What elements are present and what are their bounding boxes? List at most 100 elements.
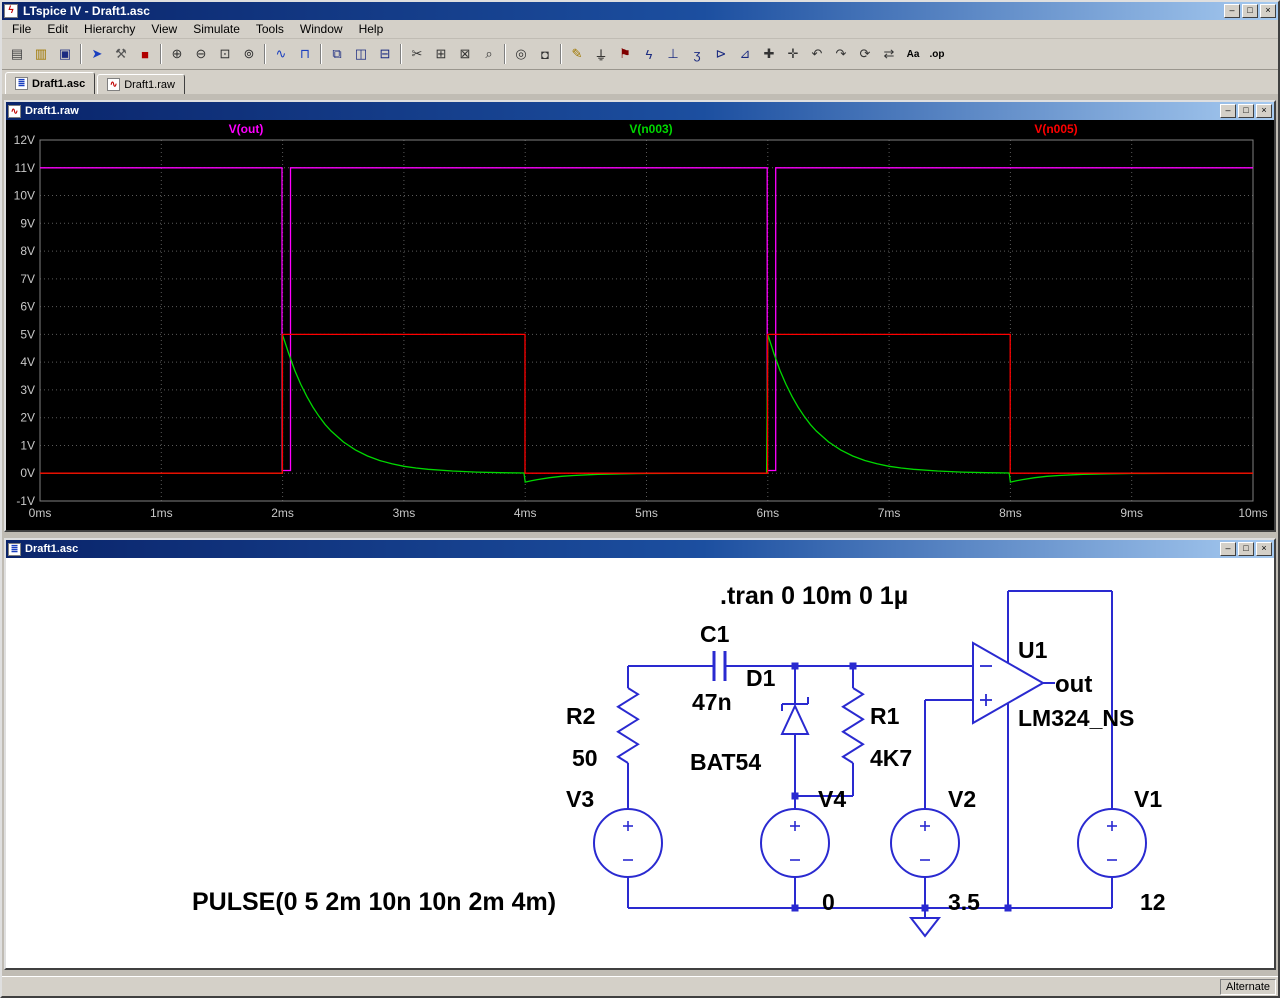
halt-button[interactable]: ■: [133, 43, 157, 66]
label-C1: C1: [700, 621, 730, 647]
menu-view[interactable]: View: [143, 20, 185, 38]
waveform-close-button[interactable]: ×: [1256, 104, 1272, 118]
tile-vertical-button[interactable]: ◫: [349, 43, 373, 66]
trace-V(out)[interactable]: [40, 168, 1253, 471]
menu-help[interactable]: Help: [351, 20, 392, 38]
zoom-area-icon: ⊡: [220, 46, 231, 62]
copy-button[interactable]: ⊞: [429, 43, 453, 66]
spice-directive-button[interactable]: .op: [925, 43, 949, 66]
waveform-restore-button[interactable]: □: [1238, 104, 1254, 118]
component-V2[interactable]: V23.5: [891, 786, 980, 915]
wire-button[interactable]: ✎: [565, 43, 589, 66]
print-preview-button[interactable]: ◎: [509, 43, 533, 66]
menu-bar: FileEditHierarchyViewSimulateToolsWindow…: [2, 20, 1278, 39]
save-button[interactable]: ▣: [53, 43, 77, 66]
text-button[interactable]: Aa: [901, 43, 925, 66]
text-icon: Aa: [907, 49, 920, 60]
rotate-button[interactable]: ⟳: [853, 43, 877, 66]
waveform-minimize-button[interactable]: –: [1220, 104, 1236, 118]
spice-directive-text[interactable]: .tran 0 10m 0 1µ: [720, 582, 908, 610]
autorange-y-button[interactable]: ∿: [269, 43, 293, 66]
y-axis-label: 7V: [20, 272, 35, 286]
menu-edit[interactable]: Edit: [39, 20, 76, 38]
plot-pane-button[interactable]: ⊓: [293, 43, 317, 66]
waveform-window: ∿ Draft1.raw – □ × 12V11V10V9V8V7V6V5V4V…: [4, 100, 1276, 532]
menu-simulate[interactable]: Simulate: [185, 20, 248, 38]
drag-button[interactable]: ✛: [781, 43, 805, 66]
control-panel-button[interactable]: ⚒: [109, 43, 133, 66]
tab-Draft1.asc[interactable]: ≣Draft1.asc: [5, 72, 95, 94]
label-net-button[interactable]: ⚑: [613, 43, 637, 66]
trace-label-V(out)[interactable]: V(out): [229, 122, 264, 136]
status-mode: Alternate: [1220, 979, 1276, 995]
inductor-button[interactable]: ʒ: [685, 43, 709, 66]
restore-button[interactable]: □: [1242, 4, 1258, 18]
run-button[interactable]: ➤: [85, 43, 109, 66]
copy-icon: ⊞: [436, 46, 447, 62]
component-V1[interactable]: V112: [1078, 786, 1166, 915]
inductor-icon: ʒ: [693, 47, 700, 62]
component-V4[interactable]: V40: [761, 786, 846, 915]
print-button[interactable]: ◘: [533, 43, 557, 66]
waveform-window-titlebar[interactable]: ∿ Draft1.raw – □ ×: [6, 102, 1274, 120]
y-axis-label: 1V: [20, 438, 35, 452]
diode-button[interactable]: ⊳: [709, 43, 733, 66]
waveform-window-title: Draft1.raw: [24, 105, 79, 117]
resistor-button[interactable]: ϟ: [637, 43, 661, 66]
trace-label-V(n005)[interactable]: V(n005): [1034, 122, 1077, 136]
mdi-area: ∿ Draft1.raw – □ × 12V11V10V9V8V7V6V5V4V…: [2, 94, 1278, 976]
schematic-close-button[interactable]: ×: [1256, 542, 1272, 556]
close-button[interactable]: ×: [1260, 4, 1276, 18]
move-button[interactable]: ✚: [757, 43, 781, 66]
schematic-window-titlebar[interactable]: ≣ Draft1.asc – □ ×: [6, 540, 1274, 558]
undo-icon: ↶: [812, 46, 823, 62]
tile-horizontal-icon: ⊟: [380, 46, 391, 62]
x-axis-label: 5ms: [635, 506, 658, 520]
run-icon: ➤: [92, 46, 103, 62]
component-button[interactable]: ⊿: [733, 43, 757, 66]
print-preview-icon: ◎: [515, 46, 526, 62]
minimize-button[interactable]: –: [1224, 4, 1240, 18]
zoom-in-button[interactable]: ⊕: [165, 43, 189, 66]
menu-file[interactable]: File: [4, 20, 39, 38]
directive-text: .tran 0 10m 0 1µ: [720, 582, 908, 610]
new-schematic-button[interactable]: ▤: [5, 43, 29, 66]
cascade-windows-icon: ⧉: [332, 46, 341, 62]
tab-Draft1.raw[interactable]: ∿Draft1.raw: [97, 74, 185, 94]
schematic-restore-button[interactable]: □: [1238, 542, 1254, 556]
component-C1[interactable]: C147n: [692, 621, 732, 715]
plot-pane-icon: ⊓: [300, 46, 310, 62]
capacitor-button[interactable]: ⊥: [661, 43, 685, 66]
open-button[interactable]: ▥: [29, 43, 53, 66]
component-R2[interactable]: R250: [566, 688, 638, 771]
component-D1[interactable]: D1BAT54: [690, 665, 808, 775]
label-R2: R2: [566, 703, 595, 729]
label-V3: V3: [566, 786, 594, 812]
zoom-fit-button[interactable]: ⊚: [237, 43, 261, 66]
title-bar[interactable]: ϟ LTspice IV - Draft1.asc – □ ×: [2, 2, 1278, 20]
tile-horizontal-button[interactable]: ⊟: [373, 43, 397, 66]
y-axis-labels: 12V11V10V9V8V7V6V5V4V3V2V1V0V-1V: [14, 133, 35, 508]
ground-button[interactable]: ⏚: [589, 43, 613, 66]
find-button[interactable]: ⌕: [477, 43, 501, 66]
cut-button[interactable]: ✂: [405, 43, 429, 66]
net-label[interactable]: out: [1055, 671, 1092, 698]
component-V3[interactable]: V3PULSE(0 5 2m 10n 10n 2m 4m): [192, 786, 662, 916]
schematic-minimize-button[interactable]: –: [1220, 542, 1236, 556]
cascade-windows-button[interactable]: ⧉: [325, 43, 349, 66]
waveform-plot-area[interactable]: 12V11V10V9V8V7V6V5V4V3V2V1V0V-1V0ms1ms2m…: [6, 120, 1274, 530]
menu-window[interactable]: Window: [292, 20, 351, 38]
schematic-canvas[interactable]: R250C147nD1BAT54R14K7U1LM324_NSV3PULSE(0…: [6, 558, 1274, 968]
y-axis-label: 12V: [14, 133, 35, 147]
mirror-button[interactable]: ⇄: [877, 43, 901, 66]
undo-button[interactable]: ↶: [805, 43, 829, 66]
paste-icon: ⊠: [460, 46, 471, 62]
paste-button[interactable]: ⊠: [453, 43, 477, 66]
trace-label-V(n003)[interactable]: V(n003): [629, 122, 672, 136]
zoom-out-button[interactable]: ⊖: [189, 43, 213, 66]
menu-hierarchy[interactable]: Hierarchy: [76, 20, 143, 38]
redo-button[interactable]: ↷: [829, 43, 853, 66]
zoom-area-button[interactable]: ⊡: [213, 43, 237, 66]
component-R1[interactable]: R14K7: [843, 688, 912, 771]
menu-tools[interactable]: Tools: [248, 20, 292, 38]
